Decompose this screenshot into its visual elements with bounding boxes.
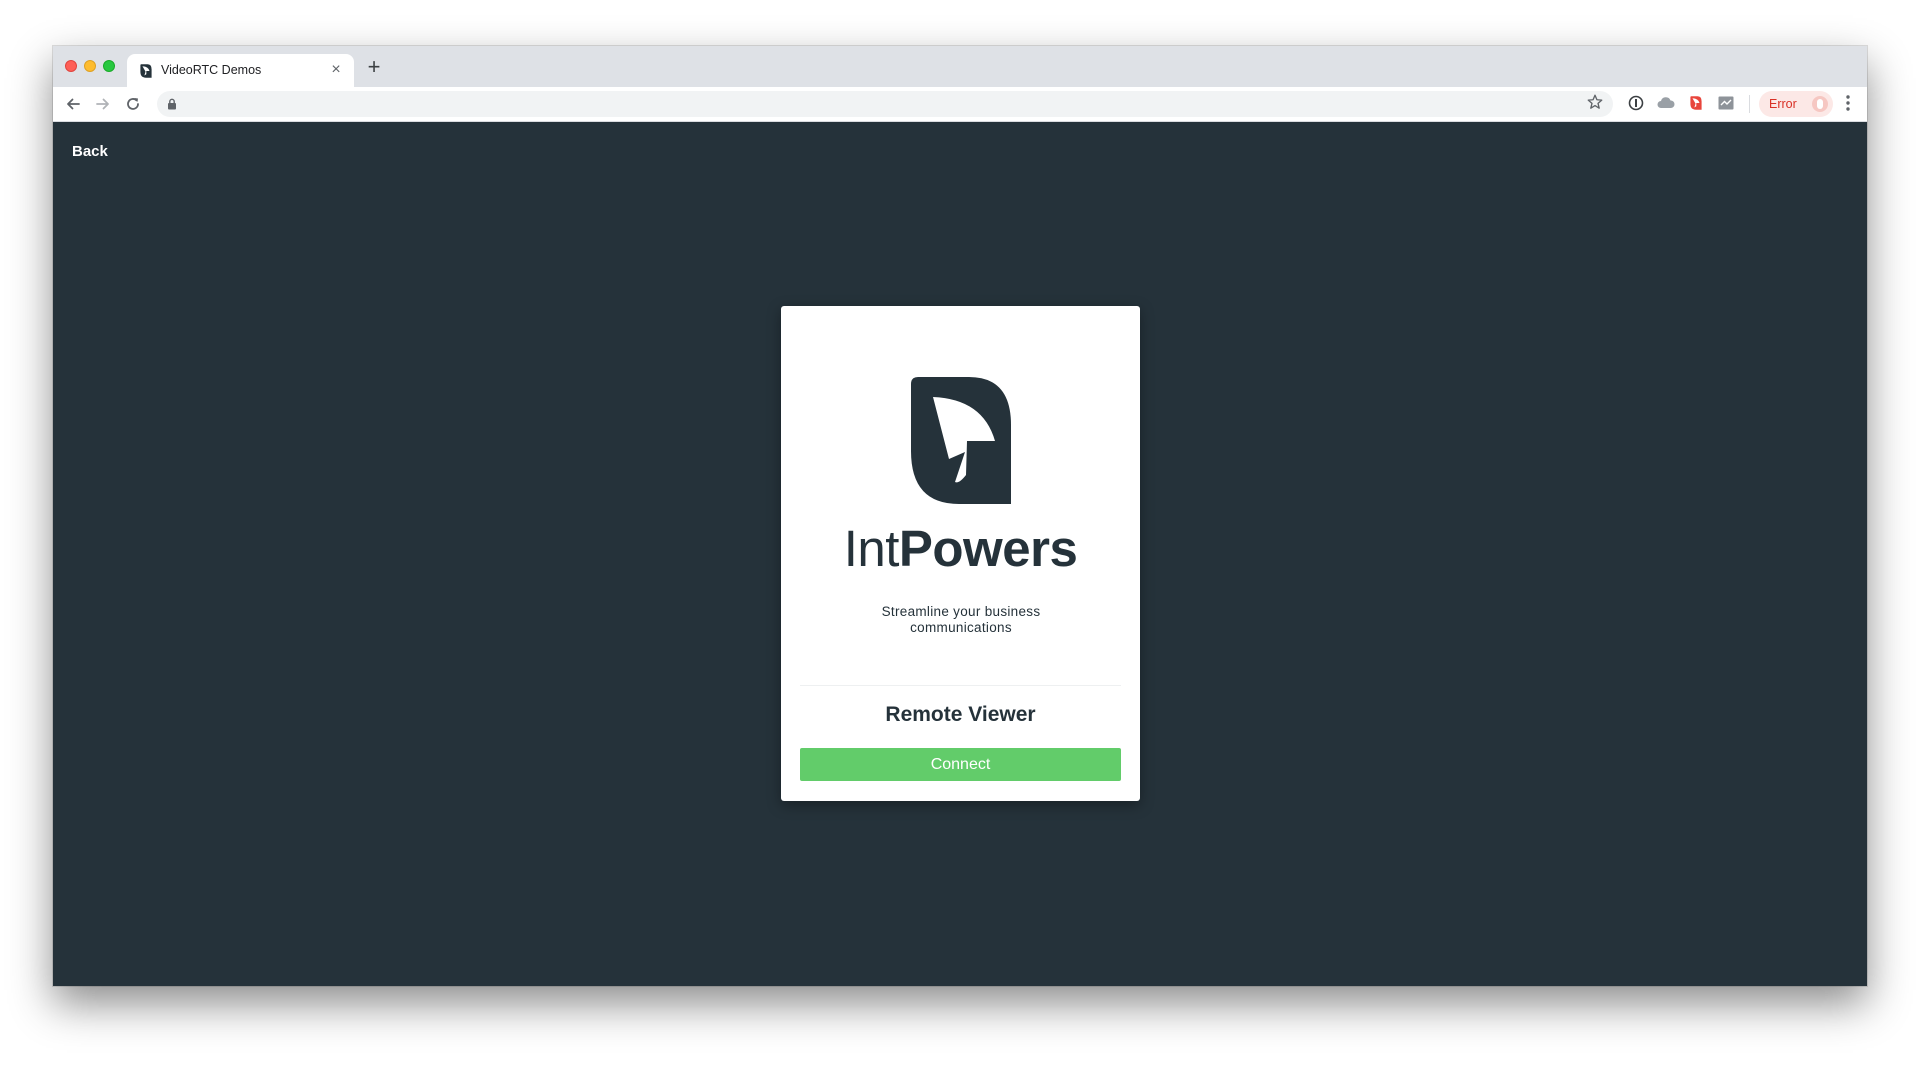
address-bar[interactable] [157, 91, 1613, 117]
window-minimize-button[interactable] [84, 60, 96, 72]
back-arrow-icon[interactable] [62, 93, 84, 115]
browser-toolbar: Error [53, 87, 1867, 122]
intpowers-extension-icon[interactable] [1687, 94, 1705, 112]
reload-icon[interactable] [122, 93, 144, 115]
back-link[interactable]: Back [72, 143, 108, 160]
brand-name-light: Int [843, 520, 900, 577]
menu-dots-icon[interactable] [1845, 94, 1851, 112]
bookmark-star-icon[interactable] [1586, 93, 1604, 111]
card-divider [800, 685, 1121, 686]
forward-arrow-icon[interactable] [92, 93, 114, 115]
browser-window: VideoRTC Demos × + Error Back IntPowers … [53, 46, 1867, 986]
tab-title: VideoRTC Demos [161, 63, 262, 77]
brand-tagline: Streamline your business communications [881, 604, 1041, 635]
brand-wordmark: IntPowers [781, 519, 1140, 578]
login-card: IntPowers Streamline your business commu… [781, 306, 1140, 801]
profile-error-button[interactable]: Error [1759, 91, 1833, 117]
cloud-extension-icon[interactable] [1657, 94, 1675, 112]
screen-extension-icon[interactable] [1717, 94, 1735, 112]
profile-avatar-icon [1812, 96, 1828, 112]
profile-error-label: Error [1769, 97, 1797, 111]
connect-button[interactable]: Connect [800, 748, 1121, 781]
password-extension-icon[interactable] [1627, 94, 1645, 112]
intpowers-logo-icon [911, 377, 1011, 504]
card-heading: Remote Viewer [885, 703, 1036, 726]
window-zoom-button[interactable] [103, 60, 115, 72]
page-content: Back IntPowers Streamline your business … [53, 122, 1867, 986]
brand-name-bold: Powers [898, 520, 1078, 577]
window-close-button[interactable] [65, 60, 77, 72]
tab-close-icon[interactable]: × [327, 61, 345, 79]
favicon-icon [140, 64, 152, 78]
lock-icon [168, 98, 176, 110]
toolbar-divider [1749, 95, 1750, 113]
new-tab-button[interactable]: + [363, 56, 385, 79]
browser-tab-active[interactable]: VideoRTC Demos × [127, 54, 354, 87]
tab-strip: VideoRTC Demos × + [53, 46, 1867, 87]
